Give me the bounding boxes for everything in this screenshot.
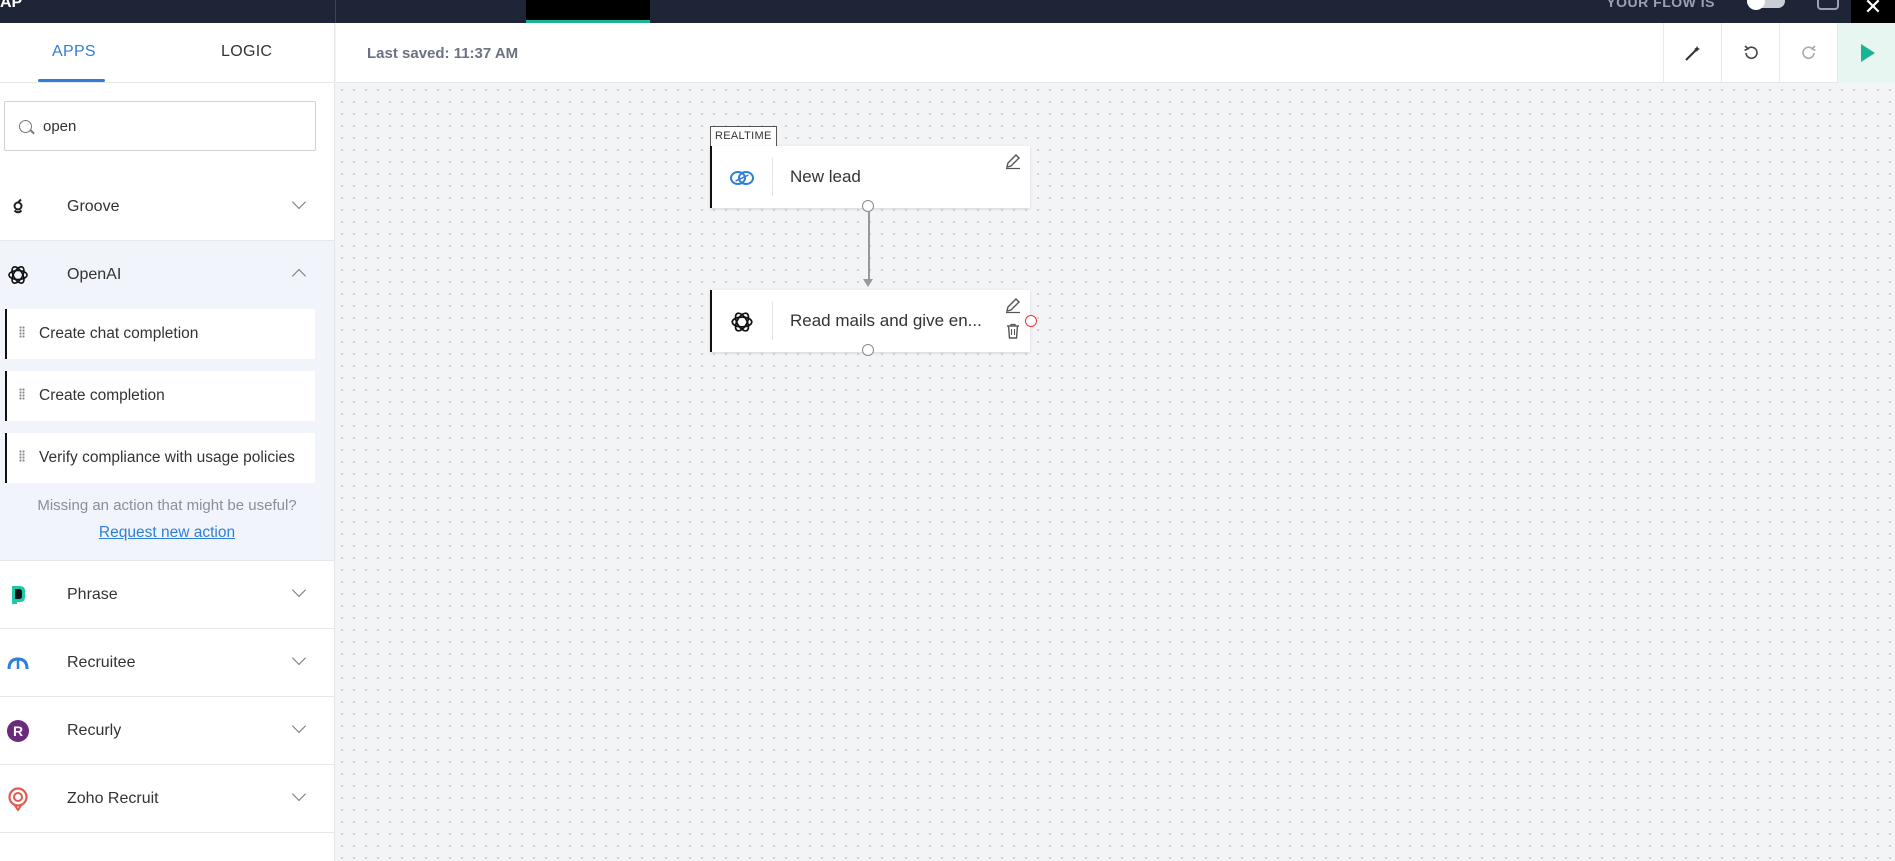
chevron-down-icon[interactable] (291, 786, 307, 802)
node-title: New lead (790, 167, 861, 186)
app-item-recurly[interactable]: R Recurly (0, 697, 334, 765)
zoho-crm-icon (728, 164, 756, 192)
app-name: Recurly (67, 722, 122, 739)
action-label: Create completion (39, 387, 165, 404)
chevron-down-icon[interactable] (291, 194, 307, 210)
sidebar-tabs: APPS LOGIC (0, 23, 334, 83)
action-create-chat-completion[interactable]: Create chat completion (5, 309, 315, 359)
play-icon (1860, 44, 1875, 62)
missing-action-text: Missing an action that might be useful? (37, 497, 297, 514)
trash-icon[interactable] (1004, 322, 1024, 342)
openai-section: OpenAI Create chat completion Create com… (0, 241, 334, 561)
drag-handle-icon[interactable] (19, 326, 25, 338)
connector-line (868, 212, 870, 279)
app-name: Recruitee (67, 654, 136, 671)
app-item-zoho-recruit[interactable]: Zoho Recruit (0, 765, 334, 833)
zoho-recruit-icon (6, 787, 30, 811)
search-input[interactable] (43, 114, 303, 138)
search-box[interactable] (4, 101, 316, 151)
drag-handle-icon[interactable] (19, 388, 25, 400)
app-name: Groove (67, 198, 120, 215)
run-flow-button[interactable] (1837, 23, 1895, 83)
app-item-phrase[interactable]: Phrase (0, 561, 334, 629)
help-icon[interactable] (1817, 0, 1839, 10)
groove-icon (6, 195, 30, 219)
redo-button[interactable] (1779, 23, 1837, 83)
edit-icon[interactable] (1004, 296, 1024, 316)
svg-text:R: R (13, 723, 23, 739)
output-port[interactable] (862, 200, 874, 212)
app-name: Phrase (67, 586, 118, 603)
flow-status-label: YOUR FLOW IS (1606, 0, 1715, 10)
topbar-divider (335, 0, 336, 23)
edit-icon[interactable] (1004, 152, 1024, 172)
node-title: Read mails and give en... (790, 311, 982, 330)
action-label: Verify compliance with usage policies (39, 449, 295, 466)
active-tab-indicator (38, 79, 105, 82)
brand-logo: AP (0, 0, 23, 11)
trigger-node[interactable]: New lead (710, 146, 1030, 208)
flow-canvas[interactable] (336, 84, 1895, 861)
tab-apps[interactable]: APPS (52, 43, 96, 61)
action-create-completion[interactable]: Create completion (5, 371, 315, 421)
magic-wand-icon (1684, 46, 1700, 61)
app-list: Groove OpenAI Create chat completion Cre… (0, 173, 334, 833)
realtime-tag: REALTIME (710, 126, 777, 146)
action-node[interactable]: Read mails and give en... (710, 290, 1030, 352)
node-divider (772, 158, 773, 196)
app-name: OpenAI (67, 266, 122, 283)
action-label: Create chat completion (39, 325, 199, 342)
openai-icon (6, 263, 30, 287)
close-button[interactable]: ✕ (1851, 0, 1895, 23)
action-verify-compliance[interactable]: Verify compliance with usage policies (5, 433, 315, 483)
app-item-openai[interactable]: OpenAI (0, 241, 334, 309)
tab-logic[interactable]: LOGIC (221, 43, 272, 61)
undo-button[interactable] (1721, 23, 1779, 83)
openai-icon (728, 308, 756, 336)
recurly-icon: R (6, 719, 30, 743)
chevron-down-icon[interactable] (291, 582, 307, 598)
error-indicator (1025, 315, 1037, 327)
sidebar: APPS LOGIC Groove OpenAI (0, 23, 335, 861)
top-bar: AP YOUR FLOW IS ✕ (0, 0, 1895, 23)
flow-toggle[interactable] (1747, 0, 1785, 10)
chevron-up-icon[interactable] (291, 268, 307, 284)
active-top-tab[interactable] (526, 0, 650, 23)
undo-icon (1743, 45, 1758, 59)
last-saved-text: Last saved: 11:37 AM (367, 45, 519, 62)
app-name: Zoho Recruit (67, 790, 159, 807)
chevron-down-icon[interactable] (291, 650, 307, 666)
redo-icon (1801, 45, 1816, 59)
drag-handle-icon[interactable] (19, 450, 25, 462)
output-port[interactable] (862, 344, 874, 356)
node-divider (772, 302, 773, 340)
app-item-groove[interactable]: Groove (0, 173, 334, 241)
editor-header: Last saved: 11:37 AM (336, 23, 1895, 83)
magic-wand-button[interactable] (1663, 23, 1721, 83)
search-icon (19, 120, 32, 133)
request-new-action-link[interactable]: Request new action (0, 524, 334, 560)
app-item-recruitee[interactable]: Recruitee (0, 629, 334, 697)
recruitee-icon (6, 651, 30, 675)
connector-arrow (863, 279, 873, 287)
phrase-icon (6, 583, 30, 607)
chevron-down-icon[interactable] (291, 718, 307, 734)
